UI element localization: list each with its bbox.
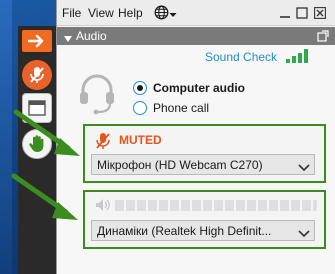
mute-toggle-button[interactable] bbox=[22, 60, 52, 90]
menu-bar: File View Help bbox=[57, 0, 335, 26]
close-button[interactable] bbox=[314, 7, 326, 19]
restore-button[interactable] bbox=[296, 7, 308, 19]
popout-icon[interactable] bbox=[317, 30, 329, 45]
phone-call-radio[interactable] bbox=[133, 101, 147, 115]
restore-icon bbox=[296, 7, 308, 22]
microphone-status: MUTED bbox=[119, 133, 162, 147]
speaker-level-meter bbox=[115, 200, 317, 211]
menu-file[interactable]: File bbox=[62, 6, 81, 20]
speaker-settings-box: Динаміки (Realtek High Definit... bbox=[83, 190, 326, 249]
close-icon bbox=[314, 7, 326, 22]
minimize-icon bbox=[279, 8, 291, 22]
signal-bars-icon bbox=[286, 49, 312, 63]
menu-help[interactable]: Help bbox=[118, 6, 143, 20]
microphone-select-value: Мікрофон (HD Webcam C270) bbox=[97, 158, 263, 172]
language-menu[interactable] bbox=[154, 5, 177, 23]
computer-audio-label[interactable]: Computer audio bbox=[153, 81, 245, 95]
audio-section-header[interactable]: Audio bbox=[57, 27, 335, 45]
speaker-icon bbox=[95, 198, 111, 215]
minimize-button[interactable] bbox=[279, 7, 291, 19]
muted-mic-icon bbox=[95, 132, 111, 153]
annotation-arrow-icon bbox=[12, 108, 84, 163]
signal-bar bbox=[286, 59, 290, 63]
phone-call-label[interactable]: Phone call bbox=[153, 101, 209, 115]
speaker-select-value: Динаміки (Realtek High Definit... bbox=[97, 224, 272, 238]
chevron-down-icon bbox=[169, 7, 177, 21]
collapse-triangle-icon bbox=[64, 32, 72, 46]
desktop-edge bbox=[0, 0, 12, 274]
microphone-settings-box: MUTED Мікрофон (HD Webcam C270) bbox=[83, 124, 326, 183]
chevron-down-icon bbox=[298, 161, 310, 175]
menu-view[interactable]: View bbox=[88, 6, 114, 20]
speaker-select[interactable]: Динаміки (Realtek High Definit... bbox=[91, 220, 315, 241]
audio-section-title: Audio bbox=[76, 29, 107, 43]
collapse-panel-button[interactable] bbox=[22, 30, 52, 52]
sound-check-link[interactable]: Sound Check bbox=[205, 50, 277, 64]
signal-bar bbox=[298, 53, 302, 63]
globe-icon bbox=[154, 5, 169, 23]
signal-bar bbox=[292, 56, 296, 63]
audio-control-window: File View Help Audio Sound Check Compute… bbox=[56, 0, 335, 274]
radio-selected-dot bbox=[137, 85, 143, 91]
annotation-arrow-icon bbox=[10, 172, 82, 227]
microphone-select[interactable]: Мікрофон (HD Webcam C270) bbox=[91, 154, 315, 175]
muted-mic-icon bbox=[28, 65, 46, 85]
computer-audio-radio[interactable] bbox=[133, 81, 147, 95]
signal-bar bbox=[304, 49, 308, 63]
chevron-down-icon bbox=[298, 227, 310, 241]
arrow-right-icon bbox=[28, 34, 46, 48]
